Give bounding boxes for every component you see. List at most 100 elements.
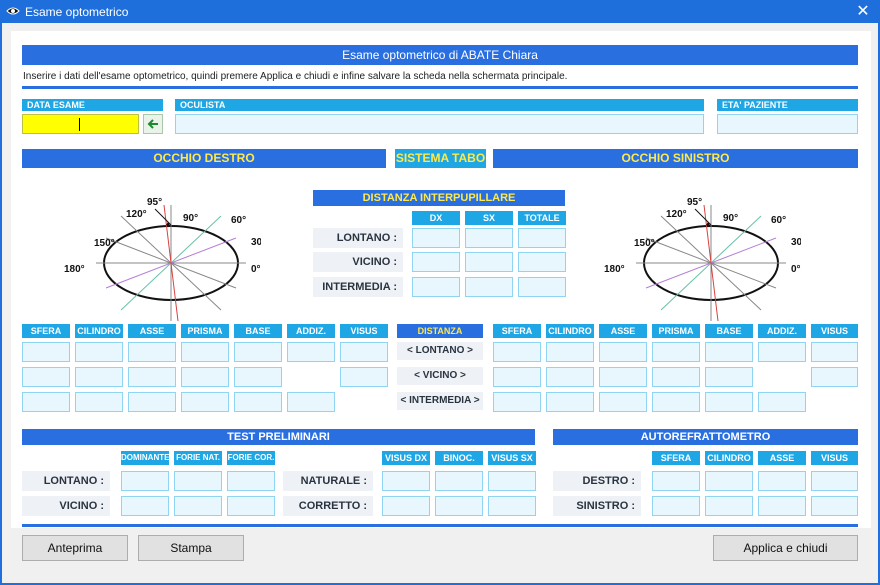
interpupillary-title: DISTANZA INTERPUPILLARE (313, 190, 565, 206)
ipd-intermedia-totale[interactable] (518, 277, 566, 297)
rx-right-lontano-base[interactable] (234, 342, 282, 362)
rx-right-vicino-cilindro[interactable] (75, 367, 123, 387)
prelim-col-forie-nat: FORIE NAT. (174, 451, 222, 465)
window-title: Esame optometrico (25, 5, 129, 19)
prelim-corretto-visus-sx[interactable] (488, 496, 536, 516)
date-input[interactable] (22, 114, 139, 134)
rx-right-vicino-visus[interactable] (340, 367, 388, 387)
rx-right-col-cilindro: CILINDRO (75, 324, 123, 338)
distance-vicino-button[interactable]: < VICINO > (397, 367, 483, 385)
rx-left-lontano-visus[interactable] (811, 342, 858, 362)
rx-right-intermedia-prisma[interactable] (181, 392, 229, 412)
ipd-vicino-totale[interactable] (518, 252, 566, 272)
preview-button[interactable]: Anteprima (22, 535, 128, 561)
rx-left-vicino-cilindro[interactable] (546, 367, 594, 387)
rx-left-intermedia-asse[interactable] (599, 392, 647, 412)
left-eye-axis-diagram: 95° 120° 90° 60° 150° 30° 180° 0° (604, 197, 801, 321)
rx-right-vicino-prisma[interactable] (181, 367, 229, 387)
rx-right-intermedia-asse[interactable] (128, 392, 176, 412)
distance-intermedia-button[interactable]: < INTERMEDIA > (397, 392, 483, 410)
autoref-sinistro-sfera[interactable] (652, 496, 700, 516)
tabo-title[interactable]: SISTEMA TABO (395, 149, 486, 168)
prelim-vicino-forie-nat[interactable] (174, 496, 222, 516)
prelim-col-visus-sx: VISUS SX (488, 451, 536, 465)
rx-left-intermedia-sfera[interactable] (493, 392, 541, 412)
ipd-vicino-dx[interactable] (412, 252, 460, 272)
apply-close-button[interactable]: Applica e chiudi (713, 535, 858, 561)
rx-left-lontano-cilindro[interactable] (546, 342, 594, 362)
prelim-col-forie-cor: FORIE COR. (227, 451, 275, 465)
rx-right-vicino-sfera[interactable] (22, 367, 70, 387)
rx-right-intermedia-sfera[interactable] (22, 392, 70, 412)
ipd-lontano-dx[interactable] (412, 228, 460, 248)
ipd-intermedia-dx[interactable] (412, 277, 460, 297)
eye-icon (6, 7, 20, 15)
autorefract-title: AUTOREFRATTOMETRO (553, 429, 858, 445)
angle-label: 120° (126, 209, 147, 220)
rx-left-vicino-base[interactable] (705, 367, 753, 387)
autoref-sinistro-asse[interactable] (758, 496, 806, 516)
prelim-lontano-forie-cor[interactable] (227, 471, 275, 491)
rx-left-vicino-prisma[interactable] (652, 367, 700, 387)
ipd-lontano-sx[interactable] (465, 228, 513, 248)
prelim-col-binoc: BINOC. (435, 451, 483, 465)
rx-left-intermedia-prisma[interactable] (652, 392, 700, 412)
prelim-corretto-binoc[interactable] (435, 496, 483, 516)
rx-right-lontano-prisma[interactable] (181, 342, 229, 362)
rx-left-intermedia-base[interactable] (705, 392, 753, 412)
prelim-row-vicino: VICINO : (22, 496, 110, 516)
rx-right-lontano-sfera[interactable] (22, 342, 70, 362)
prelim-lontano-dominante[interactable] (121, 471, 169, 491)
rx-right-intermedia-cilindro[interactable] (75, 392, 123, 412)
ipd-lontano-totale[interactable] (518, 228, 566, 248)
prelim-col-visus-dx: VISUS DX (382, 451, 430, 465)
prelim-naturale-visus-dx[interactable] (382, 471, 430, 491)
rx-right-lontano-visus[interactable] (340, 342, 388, 362)
rx-right-lontano-cilindro[interactable] (75, 342, 123, 362)
prelim-vicino-dominante[interactable] (121, 496, 169, 516)
rx-right-col-base: BASE (234, 324, 282, 338)
angle-label: 60° (771, 215, 786, 226)
prelim-lontano-forie-nat[interactable] (174, 471, 222, 491)
rx-right-intermedia-base[interactable] (234, 392, 282, 412)
rx-left-vicino-sfera[interactable] (493, 367, 541, 387)
rx-right-lontano-addiz[interactable] (287, 342, 335, 362)
prelim-corretto-visus-dx[interactable] (382, 496, 430, 516)
close-icon[interactable]: ✕ (852, 2, 874, 21)
rx-left-intermedia-addiz[interactable] (758, 392, 806, 412)
prelim-naturale-binoc[interactable] (435, 471, 483, 491)
rx-right-lontano-asse[interactable] (128, 342, 176, 362)
autoref-destro-asse[interactable] (758, 471, 806, 491)
autoref-destro-sfera[interactable] (652, 471, 700, 491)
oculist-input[interactable] (175, 114, 704, 134)
rx-right-vicino-base[interactable] (234, 367, 282, 387)
autoref-sinistro-cilindro[interactable] (705, 496, 753, 516)
date-arrow-button[interactable] (143, 114, 163, 134)
rx-left-lontano-prisma[interactable] (652, 342, 700, 362)
autoref-sinistro-visus[interactable] (811, 496, 858, 516)
rx-left-lontano-addiz[interactable] (758, 342, 806, 362)
oculist-label: OCULISTA (175, 99, 704, 111)
main-panel: Esame optometrico di ABATE Chiara Inseri… (11, 31, 871, 528)
rx-left-lontano-base[interactable] (705, 342, 753, 362)
distance-lontano-button[interactable]: < LONTANO > (397, 342, 483, 360)
prelim-vicino-forie-cor[interactable] (227, 496, 275, 516)
autoref-destro-cilindro[interactable] (705, 471, 753, 491)
rx-left-vicino-asse[interactable] (599, 367, 647, 387)
rx-left-lontano-asse[interactable] (599, 342, 647, 362)
rx-right-vicino-asse[interactable] (128, 367, 176, 387)
rx-left-vicino-visus[interactable] (811, 367, 858, 387)
rx-left-col-cilindro: CILINDRO (546, 324, 594, 338)
angle-label: 95° (147, 197, 162, 208)
print-button[interactable]: Stampa (138, 535, 244, 561)
rx-right-intermedia-addiz[interactable] (287, 392, 335, 412)
age-input[interactable] (717, 114, 858, 134)
ipd-intermedia-sx[interactable] (465, 277, 513, 297)
prelim-naturale-visus-sx[interactable] (488, 471, 536, 491)
ipd-col-totale: TOTALE (518, 211, 566, 225)
app-window: Esame optometrico ✕ Esame optometrico di… (0, 0, 880, 585)
ipd-vicino-sx[interactable] (465, 252, 513, 272)
rx-left-intermedia-cilindro[interactable] (546, 392, 594, 412)
rx-left-lontano-sfera[interactable] (493, 342, 541, 362)
autoref-destro-visus[interactable] (811, 471, 858, 491)
